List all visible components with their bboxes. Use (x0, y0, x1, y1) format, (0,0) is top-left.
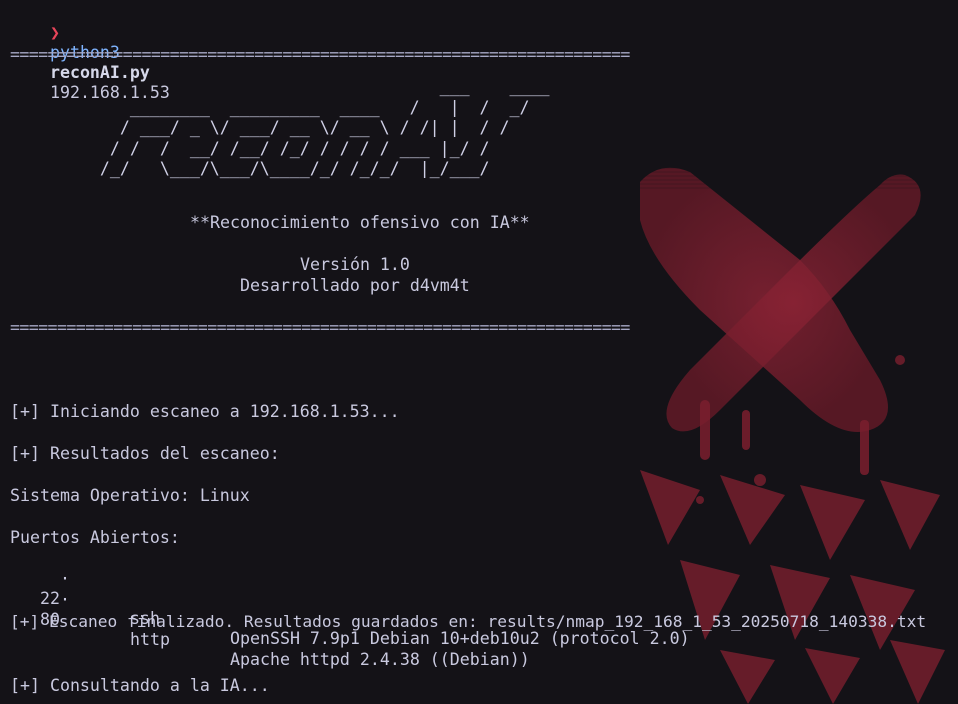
os-line: Sistema Operativo: Linux (10, 486, 250, 505)
banner-top-rule: ========================================… (10, 45, 630, 64)
banner-tagline: **Reconocimiento ofensivo con IA** (190, 213, 530, 232)
terminal-window[interactable]: ❯ python3 reconAI.py 192.168.1.53 ======… (0, 0, 958, 704)
prompt-arrow-icon: ❯ (49, 23, 60, 42)
ascii-logo: ___ ____ ________ _________ ____ / | / _… (99, 77, 550, 178)
triangle (890, 640, 945, 704)
port-version: OpenSSH 7.9p1 Debian 10+deb10u2 (protoco… (230, 629, 690, 648)
drip (742, 410, 750, 450)
banner-author: Desarrollado por d4vm4t (240, 276, 470, 295)
banner-bottom-rule: ========================================… (10, 318, 630, 337)
consulting-line: [+] Consultando a la IA... (10, 676, 270, 695)
triangle (720, 650, 775, 704)
x-stroke-right (666, 174, 921, 432)
scan-done-line: [+] Escaneo finalizado. Resultados guard… (10, 612, 927, 631)
port-bullet: · (59, 590, 70, 609)
triangle (720, 475, 785, 545)
drip (860, 420, 869, 475)
drip (700, 400, 710, 460)
port-service: http (130, 630, 170, 649)
start-scan-line: [+] Iniciando escaneo a 192.168.1.53... (10, 402, 400, 421)
banner-version: Versión 1.0 (300, 255, 410, 274)
port-version: Apache httpd 2.4.38 ((Debian)) (230, 650, 530, 669)
results-header: [+] Resultados del escaneo: (10, 444, 280, 463)
splatter (754, 474, 766, 486)
splatter (895, 355, 905, 365)
ports-header: Puertos Abiertos: (10, 528, 180, 547)
triangle (880, 480, 940, 550)
scanlines (600, 159, 958, 189)
x-stroke-left (640, 167, 888, 432)
triangle (640, 470, 700, 545)
triangle (805, 648, 860, 704)
splatter (696, 496, 704, 504)
triangle (800, 485, 865, 560)
